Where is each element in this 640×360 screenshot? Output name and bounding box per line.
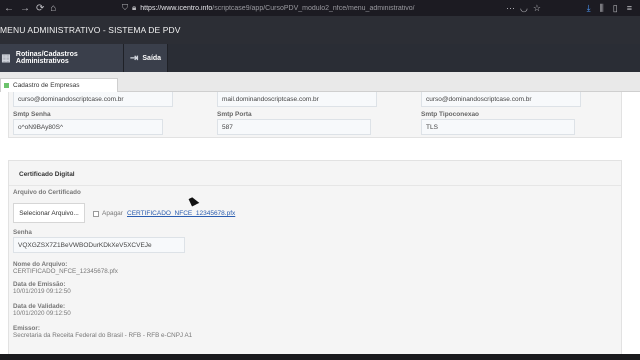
nome-arquivo-value: CERTIFICADO_NFCE_12345678.pfx — [13, 268, 118, 275]
menu-item-label: Rotinas/Cadastros Administrativos — [15, 51, 78, 65]
smtp-senha-label: Smtp Senha — [13, 111, 51, 118]
page-title: MENU ADMINISTRATIVO - SISTEMA DE PDV — [0, 25, 181, 35]
data-emissao-label: Data de Emissão: — [13, 281, 66, 288]
menu-bar: ▦ Rotinas/Cadastros Administrativos ⇥ Sa… — [0, 44, 640, 72]
arquivo-label: Arquivo do Certificado — [13, 189, 81, 196]
smtp-porta-field[interactable]: 587 — [217, 119, 371, 135]
address-bar[interactable]: ⛉ 🔒︎ https://www.icentro.info/scriptcase… — [116, 1, 498, 15]
section-divider — [9, 185, 621, 186]
forward-icon[interactable]: → — [20, 3, 30, 14]
smtp-host-field[interactable]: mail.dominandoscriptcase.com.br — [217, 92, 377, 107]
apagar-checkbox[interactable] — [93, 211, 99, 217]
menu-item-rotinas[interactable]: ▦ Rotinas/Cadastros Administrativos — [0, 44, 124, 72]
smtp-user-field[interactable]: curso@dominandoscriptcase.com.br — [421, 92, 581, 107]
smtp-senha-field[interactable]: o^oN9BAy80S^ — [13, 119, 163, 135]
download-icon[interactable]: ⤓ — [587, 3, 591, 14]
star-icon[interactable]: ☆ — [533, 3, 541, 14]
tab-label: Cadastro de Empresas — [13, 82, 80, 89]
senha-field[interactable]: VQXGZSX7Z1BeVWBODurKDkXeV5XCVEJe — [13, 237, 185, 253]
url-actions: ··· ◡ ☆ — [506, 3, 541, 14]
browser-toolbar: ← → ⟳ ⌂ ⛉ 🔒︎ https://www.icentro.info/sc… — [0, 0, 640, 16]
sidebar-icon[interactable]: ▯ — [613, 3, 618, 14]
admin-icon: ▦ — [1, 52, 11, 64]
apagar-label: Apagar — [102, 210, 123, 217]
certificate-file-link[interactable]: CERTIFICADO_NFCE_12345678.pfx — [127, 210, 235, 217]
nome-arquivo-label: Nome do Arquivo: — [13, 261, 68, 268]
lock-icon[interactable]: 🔒︎ — [132, 3, 136, 13]
more-icon[interactable]: ··· — [506, 3, 515, 14]
browser-actions: ⤓ ⫼ ▯ ≡ — [587, 3, 640, 14]
menu-item-saida[interactable]: ⇥ Saída — [124, 44, 168, 72]
menu-item-label: Saída — [142, 54, 162, 62]
bottom-edge — [0, 354, 640, 360]
certificado-panel: Certificado Digital Arquivo do Certifica… — [8, 160, 622, 360]
reload-icon[interactable]: ⟳ — [36, 3, 44, 14]
data-validade-value: 10/01/2020 09:12:50 — [13, 310, 71, 317]
emissor-label: Emissor: — [13, 325, 40, 332]
smtp-tipoconexao-label: Smtp Tipoconexao — [421, 111, 480, 118]
form-content: curso@dominandoscriptcase.com.br mail.do… — [0, 92, 640, 360]
menu-icon[interactable]: ≡ — [627, 3, 632, 14]
url-text[interactable]: https://www.icentro.info/scriptcase9/app… — [140, 5, 414, 12]
smtp-panel: curso@dominandoscriptcase.com.br mail.do… — [8, 92, 622, 138]
browser-nav: ← → ⟳ ⌂ — [0, 3, 116, 14]
section-title: Certificado Digital — [19, 171, 75, 178]
tab-cadastro-empresas[interactable]: Cadastro de Empresas — [0, 78, 118, 92]
library-icon[interactable]: ⫼ — [600, 3, 604, 14]
smtp-porta-label: Smtp Porta — [217, 111, 252, 118]
data-emissao-value: 10/01/2019 09:12:50 — [13, 288, 71, 295]
pocket-icon[interactable]: ◡ — [520, 3, 528, 14]
data-validade-label: Data de Validade: — [13, 303, 66, 310]
shield-icon[interactable]: ⛉ — [122, 3, 128, 13]
smtp-tipoconexao-field[interactable]: TLS — [421, 119, 575, 135]
tab-bar: Cadastro de Empresas — [0, 72, 640, 92]
emissor-value: Secretaria da Receita Federal do Brasil … — [13, 332, 193, 339]
select-file-button[interactable]: Selecionar Arquivo... — [13, 203, 85, 223]
senha-label: Senha — [13, 229, 32, 236]
smtp-email-field[interactable]: curso@dominandoscriptcase.com.br — [13, 92, 173, 107]
back-icon[interactable]: ← — [4, 3, 14, 14]
url-path: /scriptcase9/app/CursoPDV_modulo2_nfce/m… — [212, 4, 415, 12]
app-header: MENU ADMINISTRATIVO - SISTEMA DE PDV — [0, 16, 640, 44]
exit-icon: ⇥ — [130, 52, 139, 64]
home-icon[interactable]: ⌂ — [50, 3, 56, 14]
tab-status-icon — [4, 83, 9, 88]
url-host: https://www.icentro.info — [140, 4, 213, 12]
